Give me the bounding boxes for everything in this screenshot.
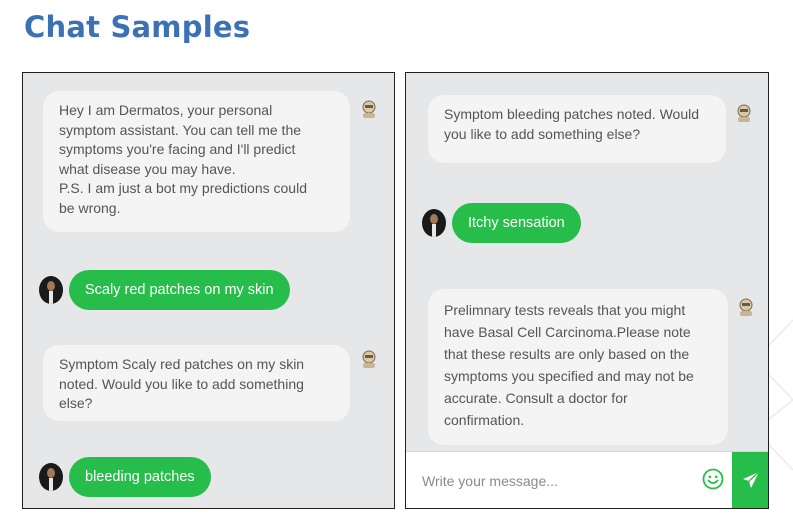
message-input[interactable] (420, 466, 694, 496)
chat-panel-right: Symptom bleeding patches noted. Would yo… (405, 72, 769, 509)
bot-avatar-icon (362, 350, 376, 368)
user-message: bleeding patches (69, 457, 211, 497)
paper-plane-icon (743, 471, 760, 488)
bot-message: Symptom bleeding patches noted. Would yo… (428, 95, 726, 163)
user-avatar (39, 463, 63, 491)
bot-message: Prelimnary tests reveals that you might … (428, 289, 728, 445)
page-title: Chat Samples (24, 10, 251, 44)
message-composer (406, 451, 768, 508)
bot-message: Symptom Scaly red patches on my skin not… (43, 345, 350, 421)
user-message: Itchy sensation (452, 203, 581, 243)
bot-avatar-icon (362, 100, 376, 118)
smiley-icon[interactable] (702, 468, 724, 490)
user-avatar (422, 209, 446, 237)
bot-avatar-icon (739, 298, 753, 316)
user-message: Scaly red patches on my skin (69, 270, 290, 310)
bot-message: Hey I am Dermatos, your personal symptom… (43, 91, 350, 232)
user-avatar (39, 276, 63, 304)
send-button[interactable] (732, 452, 768, 508)
bot-avatar-icon (737, 104, 751, 122)
chat-panel-left: Hey I am Dermatos, your personal symptom… (22, 72, 395, 509)
